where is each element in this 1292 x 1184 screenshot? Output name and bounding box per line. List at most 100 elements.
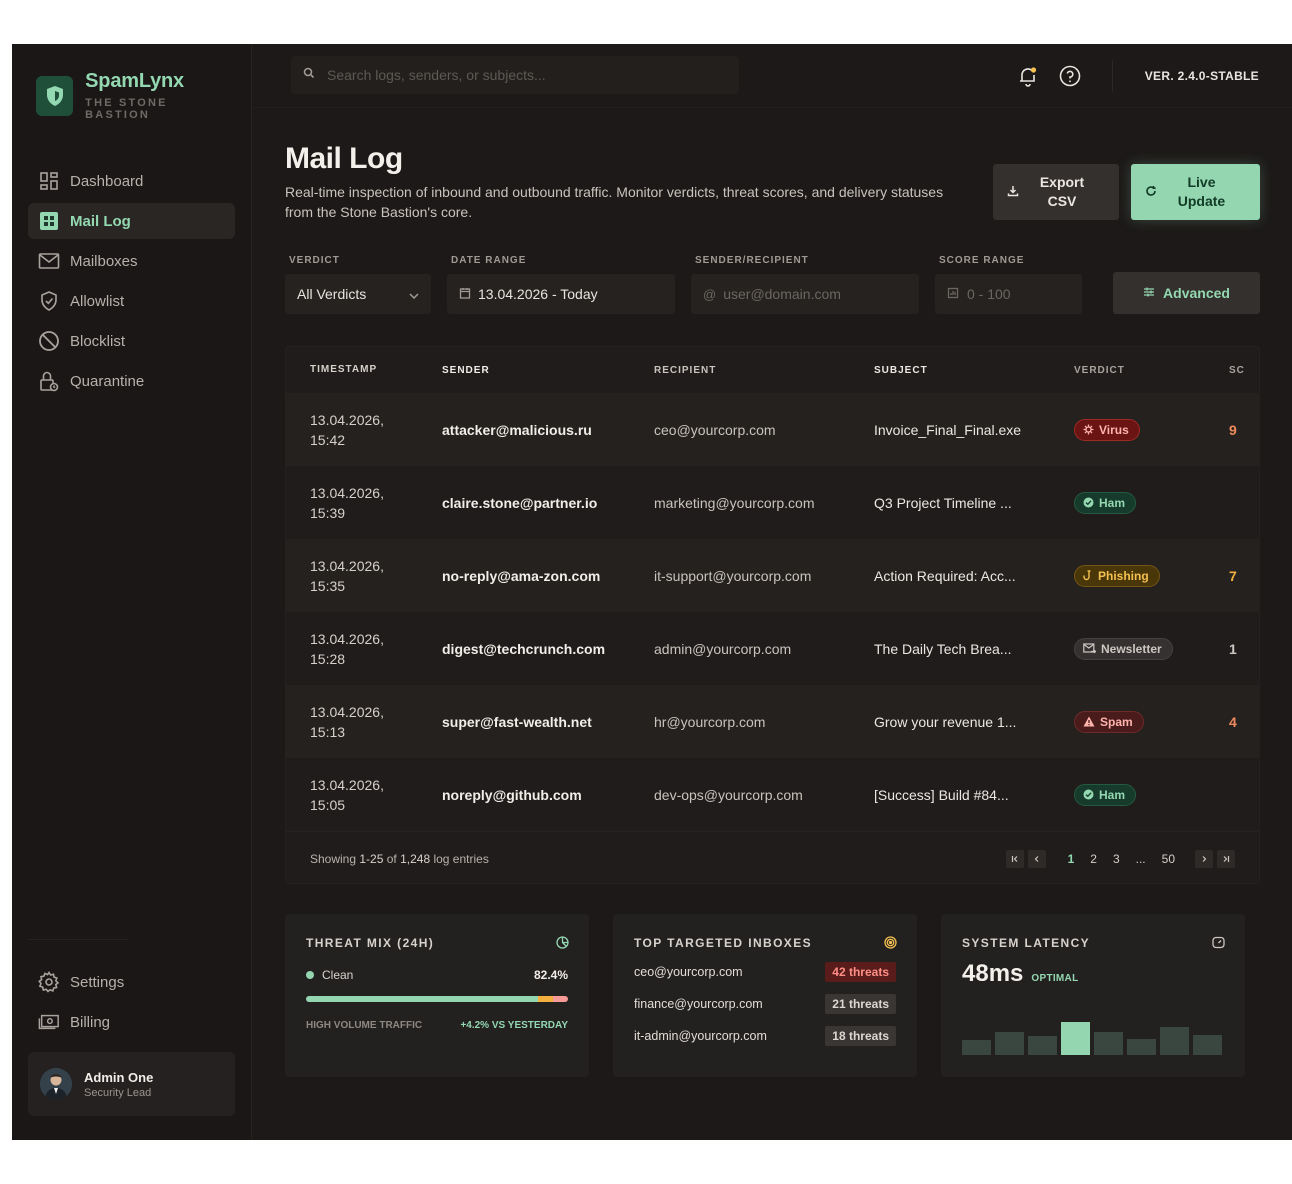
table-row[interactable]: 13.04.2026, 15:05 noreply@github.com dev-… (286, 758, 1259, 831)
subject-cell: The Daily Tech Brea... (874, 640, 1012, 657)
summary-prefix: Showing (310, 851, 360, 866)
latency-status: OPTIMAL (1031, 973, 1079, 984)
column-header-recipient[interactable]: RECIPIENT (654, 365, 874, 376)
sidebar-item-dashboard[interactable]: Dashboard (28, 163, 235, 199)
speedometer-icon[interactable] (1212, 936, 1225, 954)
score-cell: 7 (1229, 567, 1237, 584)
system-latency-card: SYSTEM LATENCY 48ms OPTIMAL (941, 914, 1245, 1077)
subject-cell: Q3 Project Timeline ... (874, 494, 1012, 511)
topbar: VER. 2.4.0-STABLE (252, 44, 1292, 108)
sidebar-item-quarantine[interactable]: Quarantine (28, 363, 235, 399)
sidebar-item-allowlist[interactable]: Allowlist (28, 283, 235, 319)
verdict-badge-virus: Virus (1074, 418, 1140, 441)
virus-icon (1083, 424, 1094, 435)
last-page-icon[interactable] (1217, 849, 1235, 868)
help-icon[interactable] (1058, 64, 1082, 88)
inbox-email: it-admin@yourcorp.com (634, 1029, 767, 1043)
latency-bar (1094, 1032, 1123, 1055)
card-title: TOP TARGETED INBOXES (634, 936, 813, 950)
column-header-subject[interactable]: SUBJECT (874, 365, 1074, 376)
timestamp-date: 13.04.2026, (310, 776, 384, 793)
filter-label: SCORE RANGE (939, 255, 1025, 266)
recipient-cell: marketing@yourcorp.com (654, 494, 815, 511)
live-label-line2: Update (1177, 193, 1226, 209)
brand-name: SpamLynx (85, 70, 184, 92)
verdict-select[interactable]: All Verdicts (285, 274, 431, 314)
table-row[interactable]: 13.04.2026, 15:28 digest@techcrunch.com a… (286, 612, 1259, 685)
user-profile-card[interactable]: Admin One Security Lead (28, 1052, 235, 1116)
export-label-line2: CSV (1047, 193, 1077, 209)
score-placeholder: 0 - 100 (967, 286, 1011, 302)
verdict-label: Newsletter (1101, 641, 1162, 656)
sidebar-item-settings[interactable]: Settings (28, 964, 235, 1000)
page-50[interactable]: 50 (1162, 852, 1175, 866)
sender-recipient-input[interactable]: @ user@domain.com (691, 274, 919, 314)
verdict-badge-ham: Ham (1074, 491, 1137, 514)
latency-bar (1127, 1039, 1156, 1055)
page-2[interactable]: 2 (1090, 852, 1097, 866)
timestamp-date: 13.04.2026, (310, 630, 384, 647)
app-window: SpamLynx THE STONE BASTION Dashboard Mai… (12, 44, 1292, 1140)
threat-count-badge: 18 threats (825, 1026, 896, 1046)
top-inboxes-card: TOP TARGETED INBOXES ceo@yourcorp.com 42… (613, 914, 917, 1077)
subject-cell: Action Required: Acc... (874, 567, 1016, 584)
page-1[interactable]: 1 (1068, 852, 1075, 866)
latency-bar (1193, 1035, 1222, 1055)
download-icon (1007, 184, 1019, 200)
inbox-row[interactable]: ceo@yourcorp.com 42 threats (634, 962, 896, 982)
recipient-cell: admin@yourcorp.com (654, 640, 792, 657)
date-range-input[interactable]: 13.04.2026 - Today (447, 274, 675, 314)
subject-cell: Invoice_Final_Final.exe (874, 421, 1022, 438)
filter-label: DATE RANGE (451, 255, 527, 266)
column-header-verdict[interactable]: VERDICT (1074, 365, 1229, 376)
timestamp-time: 15:39 (310, 504, 346, 521)
prev-page-icon[interactable] (1027, 849, 1046, 868)
inbox-row[interactable]: finance@yourcorp.com 21 threats (634, 994, 896, 1014)
search-bar[interactable] (291, 55, 739, 94)
advanced-label: Advanced (1163, 285, 1230, 301)
check-circle-icon (1083, 497, 1094, 508)
table-footer: Showing 1-25 of 1,248 log entries 1 2 3 … (286, 831, 1259, 883)
table-row[interactable]: 13.04.2026, 15:42 attacker@malicious.ru c… (286, 393, 1259, 466)
sidebar-item-blocklist[interactable]: Blocklist (28, 323, 235, 359)
legend-dot (306, 971, 314, 979)
brand[interactable]: SpamLynx THE STONE BASTION (12, 44, 251, 121)
mail-forward-icon (1083, 643, 1096, 654)
column-header-score[interactable]: SC (1229, 365, 1259, 376)
verdict-label: Ham (1099, 495, 1126, 510)
table-row[interactable]: 13.04.2026, 15:39 claire.stone@partner.io… (286, 466, 1259, 539)
search-input[interactable] (327, 66, 707, 83)
next-page-icon[interactable] (1195, 849, 1213, 868)
target-icon[interactable] (884, 936, 897, 954)
table-row[interactable]: 13.04.2026, 15:35 no-reply@ama-zon.com it… (286, 539, 1259, 612)
sidebar-item-mailboxes[interactable]: Mailboxes (28, 243, 235, 279)
bar-segment-phishing (537, 996, 554, 1002)
block-icon (38, 330, 60, 352)
calendar-icon (459, 286, 471, 302)
table-row[interactable]: 13.04.2026, 15:13 super@fast-wealth.net h… (286, 685, 1259, 758)
notification-bell-icon[interactable] (1016, 64, 1040, 88)
live-update-button[interactable]: Live Update (1131, 164, 1260, 220)
export-csv-button[interactable]: Export CSV (993, 164, 1119, 220)
score-filter: SCORE RANGE 0 - 100 (935, 255, 1082, 314)
verdict-badge-ham: Ham (1074, 783, 1137, 806)
sidebar-item-label: Mail Log (70, 212, 131, 230)
bar-segment-spam (553, 996, 568, 1002)
score-range-input[interactable]: 0 - 100 (935, 274, 1082, 314)
topbar-actions: VER. 2.4.0-STABLE (998, 59, 1259, 92)
threat-count-badge: 21 threats (825, 994, 896, 1014)
verdict-badge-newsletter: Newsletter (1074, 637, 1173, 660)
column-header-sender[interactable]: SENDER (442, 365, 654, 376)
sidebar-item-billing[interactable]: Billing (28, 1004, 235, 1040)
advanced-filter-button[interactable]: Advanced (1113, 272, 1260, 314)
sender-filter: SENDER/RECIPIENT @ user@domain.com (691, 255, 919, 314)
pie-chart-icon[interactable] (556, 936, 569, 954)
sidebar-item-mail-log[interactable]: Mail Log (28, 203, 235, 239)
verdict-select-value: All Verdicts (297, 286, 367, 302)
sender-cell: noreply@github.com (442, 786, 582, 803)
page-3[interactable]: 3 (1113, 852, 1120, 866)
first-page-icon[interactable] (1005, 849, 1024, 868)
column-header-timestamp[interactable]: TIMESTAMP (286, 360, 442, 380)
divider (1111, 59, 1113, 92)
inbox-row[interactable]: it-admin@yourcorp.com 18 threats (634, 1026, 896, 1046)
